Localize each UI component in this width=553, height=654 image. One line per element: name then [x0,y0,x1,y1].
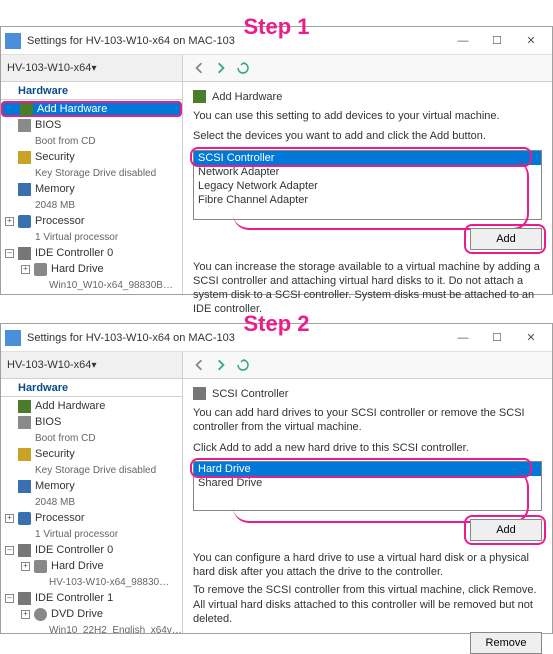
tree-processor[interactable]: +Processor [1,213,182,229]
tree-processor-detail: 1 Virtual processor [1,526,182,542]
tree-ide1[interactable]: –IDE Controller 1 [1,293,182,294]
toolbar: HV-103-W10-x64 ▾ [1,352,552,379]
tree-security-detail: Key Storage Drive disabled [1,165,182,181]
bios-icon [18,416,31,429]
panel-desc-2: Select the devices you want to add and c… [193,129,542,143]
tree-security[interactable]: Security [1,446,182,462]
memory-icon [18,480,31,493]
tree-security[interactable]: Security [1,149,182,165]
ide-icon [18,247,31,260]
cpu-icon [18,215,31,228]
tree-hd-detail: HV-103-W10-x64_98830… [1,574,182,590]
list-item[interactable]: Hard Drive [194,462,541,476]
add-hardware-icon [20,103,33,116]
forward-icon[interactable] [215,359,227,371]
security-icon [18,151,31,164]
hardware-tree: Hardware Add Hardware BIOS Boot from CD … [1,379,183,633]
vm-dropdown[interactable]: HV-103-W10-x64 ▾ [1,352,183,378]
content-panel: SCSI Controller You can add hard drives … [183,379,552,633]
security-icon [18,448,31,461]
tree-memory[interactable]: Memory [1,478,182,494]
tree-memory[interactable]: Memory [1,181,182,197]
refresh-icon[interactable] [237,62,249,74]
add-button[interactable]: Add [470,228,542,250]
panel-footnote-1: You can configure a hard drive to use a … [193,551,542,580]
tree-bios-detail: Boot from CD [1,133,182,149]
vm-name: HV-103-W10-x64 [7,62,92,74]
ide-icon [18,592,31,605]
tree-bios[interactable]: BIOS [1,414,182,430]
tree-processor[interactable]: +Processor [1,510,182,526]
panel-title: SCSI Controller [212,388,288,400]
panel-footnote: You can increase the storage available t… [193,260,542,317]
tree-hard-drive[interactable]: +Hard Drive [1,558,182,574]
back-icon[interactable] [193,359,205,371]
tree-ide1[interactable]: –IDE Controller 1 [1,590,182,606]
settings-window-step2: Settings for HV-103-W10-x64 on MAC-103 —… [0,323,553,634]
scsi-icon [193,387,206,400]
hard-drive-icon [34,560,47,573]
list-item[interactable]: Network Adapter [194,165,541,179]
list-item[interactable]: Shared Drive [194,476,541,490]
tree-ide0[interactable]: –IDE Controller 0 [1,245,182,261]
tree-hd-detail: Win10_W10-x64_98830B… [1,277,182,293]
drive-listbox[interactable]: Hard Drive Shared Drive [193,461,542,511]
vm-name: HV-103-W10-x64 [7,359,92,371]
tree-header-hardware: Hardware [1,381,182,397]
cpu-icon [18,512,31,525]
forward-icon[interactable] [215,62,227,74]
refresh-icon[interactable] [237,359,249,371]
list-item[interactable]: Legacy Network Adapter [194,179,541,193]
memory-icon [18,183,31,196]
vm-dropdown[interactable]: HV-103-W10-x64 ▾ [1,55,183,81]
tree-bios-detail: Boot from CD [1,430,182,446]
tree-add-hardware[interactable]: Add Hardware [1,398,182,414]
back-icon[interactable] [193,62,205,74]
device-listbox[interactable]: SCSI Controller Network Adapter Legacy N… [193,150,542,220]
tree-memory-detail: 2048 MB [1,197,182,213]
hard-drive-icon [34,263,47,276]
tree-bios[interactable]: BIOS [1,117,182,133]
toolbar: HV-103-W10-x64 ▾ [1,55,552,82]
settings-window-step1: Settings for HV-103-W10-x64 on MAC-103 —… [0,26,553,295]
content-panel: Add Hardware You can use this setting to… [183,82,552,294]
toolstrip [183,352,552,378]
panel-desc-2: Click Add to add a new hard drive to thi… [193,441,542,455]
panel-footnote-2: To remove the SCSI controller from this … [193,583,542,626]
panel-desc-1: You can use this setting to add devices … [193,109,542,123]
tree-ide0[interactable]: –IDE Controller 0 [1,542,182,558]
list-item[interactable]: Fibre Channel Adapter [194,193,541,207]
hardware-tree: Hardware Add Hardware BIOS Boot from CD … [1,82,183,294]
chevron-down-icon: ▾ [92,63,177,74]
toolstrip [183,55,552,81]
list-item[interactable]: SCSI Controller [194,151,541,165]
add-hardware-icon [18,400,31,413]
add-hardware-icon [193,90,206,103]
tree-memory-detail: 2048 MB [1,494,182,510]
step-2-label: Step 2 [0,311,553,337]
tree-header-hardware: Hardware [1,84,182,100]
tree-security-detail: Key Storage Drive disabled [1,462,182,478]
tree-dvd[interactable]: +DVD Drive [1,606,182,622]
chevron-down-icon: ▾ [92,360,177,371]
bios-icon [18,119,31,132]
tree-add-hardware[interactable]: Add Hardware [1,101,182,117]
panel-title: Add Hardware [212,91,282,103]
tree-processor-detail: 1 Virtual processor [1,229,182,245]
step-1-label: Step 1 [0,14,553,40]
ide-icon [18,544,31,557]
tree-dvd-detail: Win10_22H2_English_x64v… [1,622,182,633]
tree-hard-drive[interactable]: +Hard Drive [1,261,182,277]
add-button[interactable]: Add [470,519,542,541]
dvd-icon [34,608,47,621]
panel-desc-1: You can add hard drives to your SCSI con… [193,406,542,435]
remove-button[interactable]: Remove [470,632,542,654]
